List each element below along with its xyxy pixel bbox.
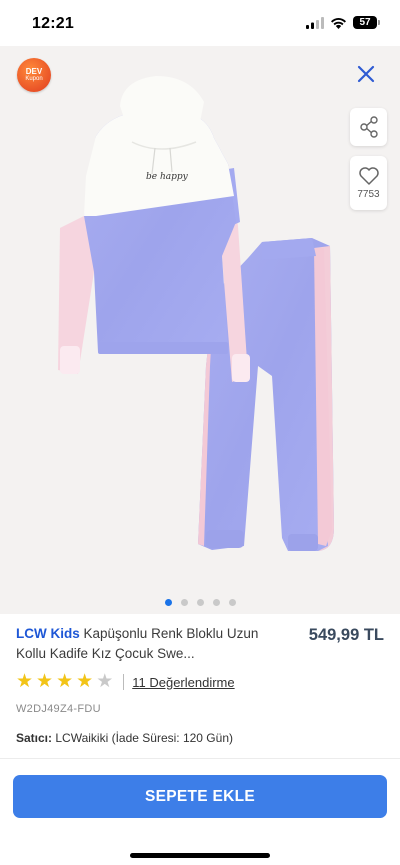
product-image: be happy — [58, 76, 334, 551]
cellular-signal-icon — [306, 16, 324, 29]
pagination-dot[interactable] — [228, 599, 236, 606]
star-icon: ★ — [56, 671, 74, 692]
battery-icon: 57 — [353, 16, 380, 29]
star-icon: ★ — [96, 671, 114, 692]
pagination-dot[interactable] — [196, 599, 204, 606]
share-button[interactable] — [350, 108, 387, 146]
product-sku: W2DJ49Z4-FDU — [16, 703, 101, 715]
pagination-dot[interactable] — [180, 599, 188, 606]
status-bar: 12:21 57 — [0, 0, 400, 46]
share-icon — [359, 116, 378, 138]
print-text: be happy — [146, 172, 189, 182]
wifi-icon — [331, 17, 346, 29]
status-icons: 57 — [306, 16, 380, 29]
dev-kupon-badge[interactable]: DEV Kupon — [17, 58, 51, 92]
favorite-count: 7753 — [357, 189, 380, 200]
star-icon: ★ — [16, 671, 34, 692]
gallery-pagination — [0, 599, 400, 606]
heart-icon — [358, 167, 379, 185]
product-title: LCW Kids Kapüşonlu Renk Bloklu Uzun Koll… — [16, 624, 266, 664]
pagination-dot[interactable] — [164, 599, 172, 606]
star-icon: ★ — [76, 671, 94, 692]
add-to-cart-button[interactable]: SEPETE EKLE — [13, 775, 387, 818]
rating-stars: ★ ★ ★ ★ ★ — [16, 672, 113, 692]
reviews-link[interactable]: 11 Değerlendirme — [132, 675, 234, 690]
product-image-gallery[interactable]: be happy DEV Kupon 7753 — [0, 46, 400, 614]
battery-level: 57 — [353, 16, 377, 29]
home-indicator[interactable] — [130, 853, 270, 858]
product-price: 549,99 TL — [308, 626, 384, 644]
close-icon[interactable] — [354, 62, 378, 86]
bottom-action-bar: SEPETE EKLE — [0, 758, 400, 865]
star-icon: ★ — [36, 671, 54, 692]
seller-label: Satıcı: — [16, 731, 53, 745]
seller-info: Satıcı: LCWaikiki (İade Süresi: 120 Gün) — [16, 731, 233, 745]
seller-value[interactable]: LCWaikiki (İade Süresi: 120 Gün) — [55, 731, 233, 745]
product-rating[interactable]: ★ ★ ★ ★ ★ 11 Değerlendirme — [16, 672, 235, 692]
favorite-button[interactable]: 7753 — [350, 156, 387, 210]
product-brand[interactable]: LCW Kids — [16, 626, 80, 641]
pagination-dot[interactable] — [212, 599, 220, 606]
status-time: 12:21 — [32, 15, 74, 32]
